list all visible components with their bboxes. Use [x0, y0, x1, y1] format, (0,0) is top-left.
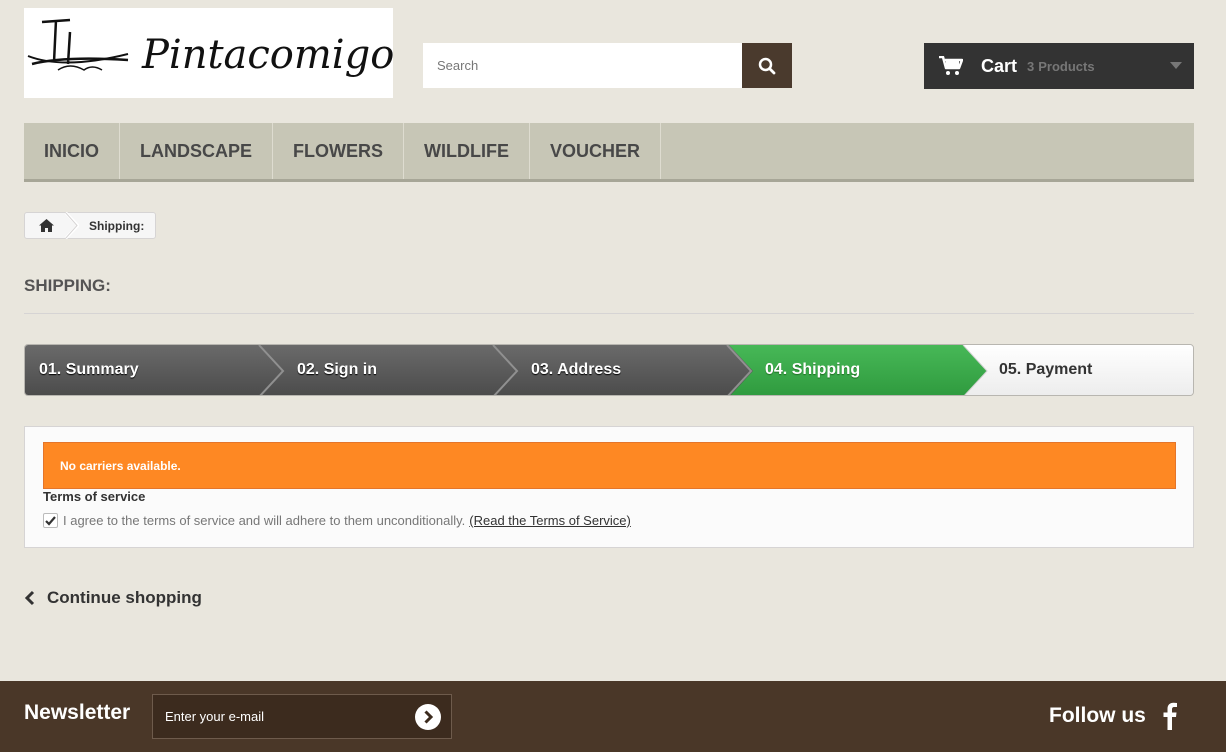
- breadcrumb: Shipping:: [24, 212, 156, 239]
- checkout-steps: 01. Summary 02. Sign in 03. Address 04. …: [24, 344, 1194, 396]
- follow-us-label: Follow us: [1049, 704, 1146, 727]
- step-shipping: 04. Shipping: [765, 361, 861, 378]
- page-title: SHIPPING:: [24, 276, 1194, 314]
- site-logo[interactable]: Pintacomigo: [24, 8, 393, 98]
- newsletter-submit-button[interactable]: [415, 703, 441, 730]
- cart-button[interactable]: Cart 3 Products: [924, 43, 1194, 89]
- nav-item-wildlife[interactable]: WILDLIFE: [404, 123, 531, 179]
- step-sign-in[interactable]: 02. Sign in: [297, 345, 377, 395]
- cart-unit: Products: [1038, 58, 1095, 74]
- main-nav: INICIO LANDSCAPE FLOWERS WILDLIFE VOUCHE…: [24, 123, 1194, 182]
- breadcrumb-home[interactable]: [25, 213, 67, 238]
- step-address[interactable]: 03. Address: [531, 345, 621, 395]
- shipping-box: No carriers available. Terms of service …: [24, 426, 1194, 548]
- footer: Newsletter Follow us: [0, 681, 1226, 752]
- nav-item-flowers[interactable]: FLOWERS: [273, 123, 405, 179]
- terms-checkbox[interactable]: [43, 513, 58, 528]
- nav-item-voucher[interactable]: VOUCHER: [530, 123, 662, 179]
- cart-icon: [939, 56, 963, 75]
- terms-title: Terms of service: [43, 489, 146, 504]
- cart-quantity: 3 Products: [1027, 59, 1095, 74]
- step-payment: 05. Payment: [999, 361, 1093, 378]
- check-icon: [45, 515, 56, 526]
- newsletter-form: [152, 694, 452, 739]
- logo-text: Pintacomigo: [141, 32, 393, 78]
- newsletter-email-input[interactable]: [153, 708, 415, 725]
- caret-down-icon: [1170, 62, 1182, 69]
- chevron-left-icon: [24, 590, 35, 606]
- cart-label: Cart: [981, 55, 1018, 76]
- search-input[interactable]: [423, 43, 742, 88]
- search-icon: [758, 57, 776, 74]
- nav-item-landscape[interactable]: LANDSCAPE: [120, 123, 274, 179]
- breadcrumb-current: Shipping:: [89, 218, 145, 233]
- search-button[interactable]: [742, 43, 792, 88]
- step-summary[interactable]: 01. Summary: [39, 345, 139, 395]
- nav-item-inicio[interactable]: INICIO: [24, 123, 121, 179]
- breadcrumb-separator: [65, 212, 79, 239]
- cart-count: 3: [1027, 58, 1035, 74]
- terms-text: I agree to the terms of service and will…: [63, 513, 466, 528]
- continue-shopping-label: Continue shopping: [47, 588, 202, 607]
- logo-graphic: Pintacomigo: [27, 18, 393, 78]
- search-bar: [423, 43, 792, 88]
- home-icon: [38, 219, 54, 232]
- terms-link[interactable]: (Read the Terms of Service): [469, 513, 631, 528]
- facebook-icon[interactable]: [1163, 702, 1177, 730]
- terms-row: I agree to the terms of service and will…: [43, 513, 631, 528]
- no-carriers-alert: No carriers available.: [43, 442, 1176, 489]
- newsletter-title: Newsletter: [24, 701, 131, 724]
- continue-shopping-link[interactable]: Continue shopping: [24, 588, 202, 608]
